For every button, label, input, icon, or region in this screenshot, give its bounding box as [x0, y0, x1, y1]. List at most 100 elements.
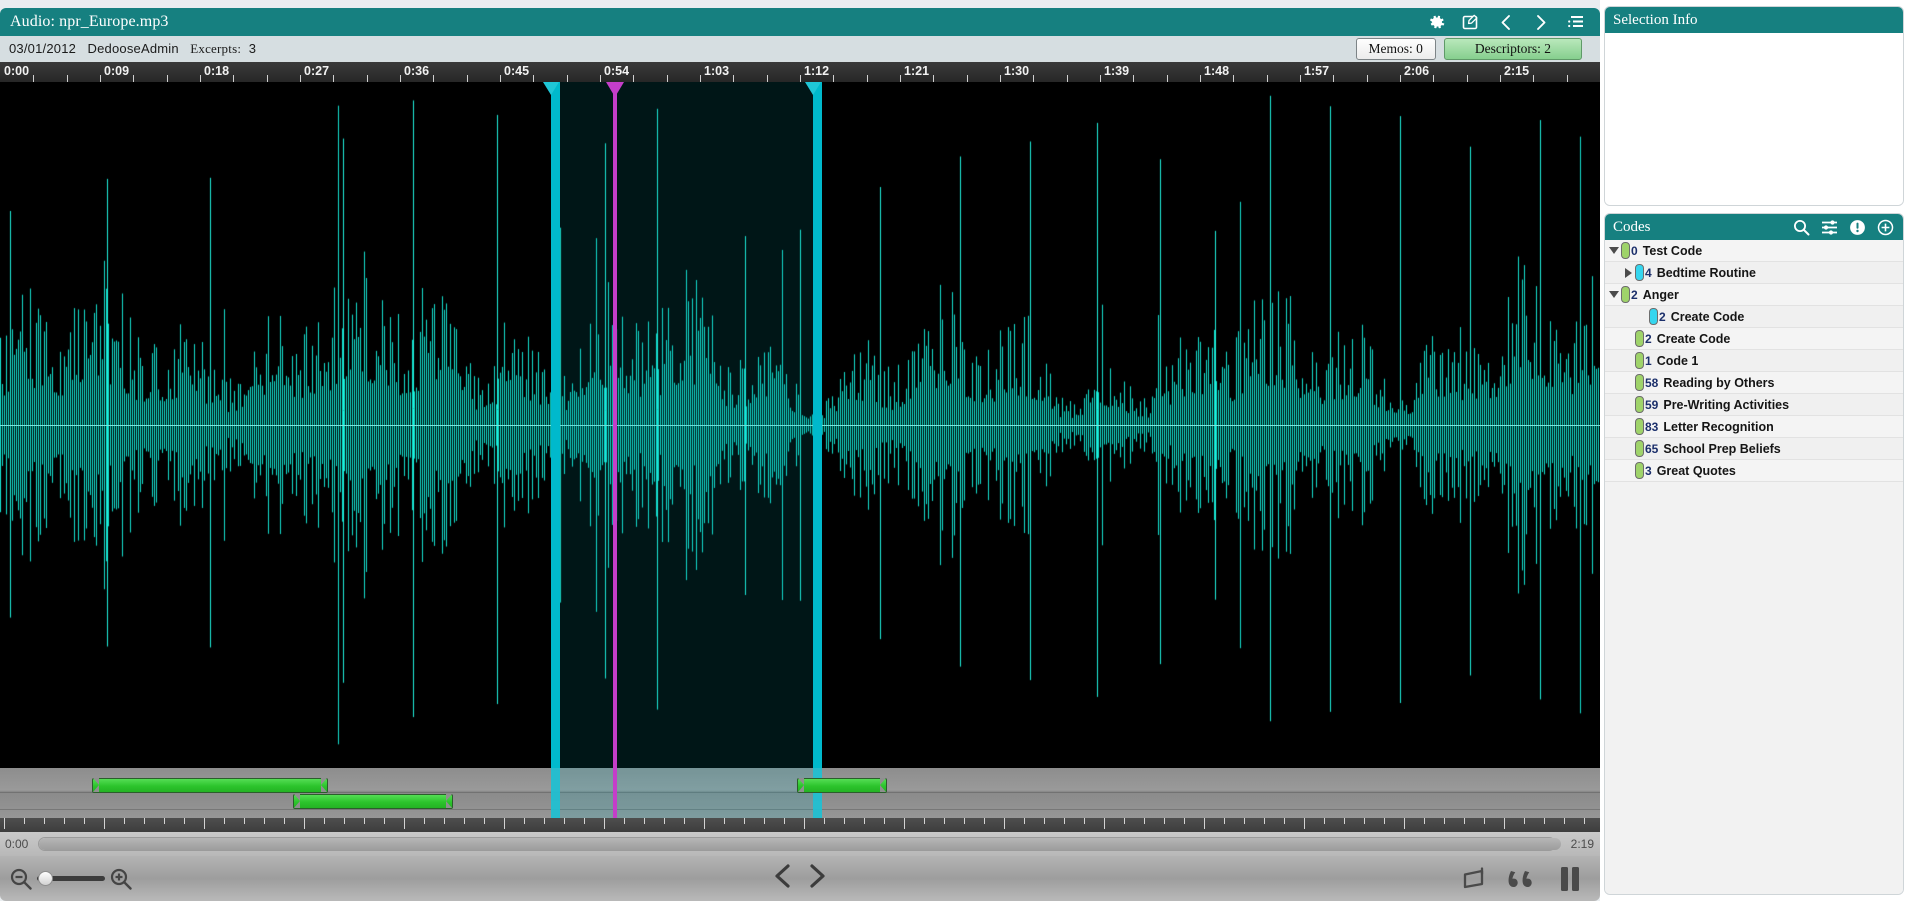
search-icon[interactable] — [1793, 219, 1810, 236]
list-icon[interactable] — [1565, 12, 1586, 33]
titlebar-icon-group — [1425, 12, 1600, 33]
pause-icon[interactable] — [1558, 865, 1582, 893]
code-twisty-expanded[interactable] — [1607, 240, 1621, 262]
ruler-tick — [100, 75, 101, 82]
codes-title: Codes — [1613, 218, 1651, 235]
rail-tick — [544, 818, 545, 824]
code-row[interactable]: 2 Create Code — [1605, 328, 1903, 350]
excerpts-label: Excerpts: — [190, 41, 242, 56]
zoom-in-icon[interactable] — [108, 866, 134, 892]
rail-tick — [964, 818, 965, 824]
codes-panel: Codes 0 Test Code 4 Bedtime Routine 2 An… — [1604, 213, 1904, 895]
ruler-tick — [1033, 75, 1034, 82]
code-row[interactable]: 3 Great Quotes — [1605, 460, 1903, 482]
code-row[interactable]: 1 Code 1 — [1605, 350, 1903, 372]
code-color-chip — [1635, 396, 1644, 413]
playhead[interactable] — [606, 82, 624, 768]
ruler-tick — [333, 75, 334, 82]
selection-start-handle-strip[interactable] — [551, 768, 560, 818]
selection-start-handle[interactable] — [543, 82, 560, 768]
code-row[interactable]: 83 Letter Recognition — [1605, 416, 1903, 438]
memos-button[interactable]: Memos: 0 — [1355, 38, 1436, 60]
filter-icon[interactable] — [1821, 219, 1838, 236]
create-excerpt-icon[interactable] — [1462, 866, 1488, 892]
code-count: 65 — [1645, 441, 1659, 456]
code-row[interactable]: 2 Create Code — [1605, 306, 1903, 328]
excerpt-lanes[interactable] — [0, 768, 1600, 818]
ruler-tick — [267, 75, 268, 82]
code-count: 83 — [1645, 419, 1659, 434]
rail-tick — [1464, 818, 1465, 824]
code-row[interactable]: 4 Bedtime Routine — [1605, 262, 1903, 284]
add-icon[interactable] — [1877, 219, 1894, 236]
rail-tick — [1024, 818, 1025, 824]
excerpt-bar[interactable] — [797, 778, 887, 793]
ruler-tick — [167, 75, 168, 82]
rail-tick — [1304, 818, 1305, 829]
rail-tick — [784, 818, 785, 824]
descriptors-button[interactable]: Descriptors: 2 — [1443, 38, 1582, 60]
ruler-tick — [33, 75, 34, 82]
code-twisty-collapsed[interactable] — [1621, 262, 1635, 284]
ruler-label: 0:00 — [4, 64, 30, 78]
ruler-tick — [700, 75, 701, 82]
rail-tick — [1184, 818, 1185, 824]
selection-end-handle[interactable] — [805, 82, 822, 768]
code-label: Anger — [1642, 287, 1679, 302]
selection-end-handle-strip[interactable] — [813, 768, 822, 818]
ruler-tick — [1367, 75, 1368, 82]
gear-icon[interactable] — [1425, 12, 1446, 33]
edit-note-icon[interactable] — [1460, 12, 1481, 33]
ruler-tick — [1567, 75, 1568, 82]
next-icon[interactable] — [1530, 12, 1551, 33]
alert-icon[interactable] — [1849, 219, 1866, 236]
position-thumb[interactable] — [39, 838, 1561, 850]
selection-info-header: Selection Info — [1605, 7, 1903, 33]
step-back-icon[interactable] — [770, 860, 798, 897]
ruler-label: 0:18 — [204, 64, 230, 78]
code-row[interactable]: 58 Reading by Others — [1605, 372, 1903, 394]
prev-icon[interactable] — [1495, 12, 1516, 33]
code-row[interactable]: 59 Pre-Writing Activities — [1605, 394, 1903, 416]
position-track[interactable] — [38, 837, 1561, 851]
codes-list[interactable]: 0 Test Code 4 Bedtime Routine 2 Anger 2 Create … — [1605, 240, 1903, 894]
zoom-out-icon[interactable] — [8, 866, 34, 892]
zoom-slider-thumb[interactable] — [38, 871, 53, 886]
rail-tick — [324, 818, 325, 824]
playhead-strip[interactable] — [613, 768, 617, 818]
code-count: 58 — [1645, 375, 1659, 390]
code-label: Great Quotes — [1656, 463, 1736, 478]
ruler-tick — [200, 75, 201, 82]
ruler-label: 0:27 — [304, 64, 330, 78]
transport-right-group — [1462, 865, 1600, 893]
code-color-chip — [1635, 418, 1644, 435]
ruler-label: 1:30 — [1004, 64, 1030, 78]
step-forward-icon[interactable] — [802, 860, 830, 897]
excerpt-bar[interactable] — [293, 794, 453, 809]
rail-tick — [244, 818, 245, 824]
rail-tick — [1524, 818, 1525, 824]
rail-tick — [204, 818, 205, 829]
quote-icon[interactable] — [1508, 866, 1538, 892]
code-row[interactable]: 2 Anger — [1605, 284, 1903, 306]
rail-tick — [1064, 818, 1065, 824]
code-row[interactable]: 0 Test Code — [1605, 240, 1903, 262]
code-row[interactable]: 65 School Prep Beliefs — [1605, 438, 1903, 460]
rail-tick — [724, 818, 725, 824]
timeline-ruler[interactable]: 0:00 0:09 0:18 0:27 0:36 0:45 0:54 1:03 1:12 1:21… — [0, 62, 1600, 82]
code-color-chip — [1621, 242, 1630, 259]
rail-tick — [1504, 818, 1505, 829]
rail-tick — [124, 818, 125, 824]
metadata-bar: 03/01/2012 DedooseAdmin Excerpts: 3 Memo… — [0, 36, 1600, 62]
zoom-slider[interactable] — [37, 871, 105, 886]
code-twisty-expanded[interactable] — [1607, 284, 1621, 306]
rail-tick — [104, 818, 105, 829]
rail-tick — [884, 818, 885, 824]
waveform-viewport[interactable] — [0, 82, 1600, 768]
tick-rail — [0, 818, 1600, 832]
rail-tick — [904, 818, 905, 829]
excerpt-bar[interactable] — [92, 778, 328, 793]
rail-tick — [1584, 818, 1585, 824]
playhead-marker-icon — [606, 82, 624, 97]
position-scrollbar[interactable]: 0:00 2:19 — [0, 832, 1600, 856]
